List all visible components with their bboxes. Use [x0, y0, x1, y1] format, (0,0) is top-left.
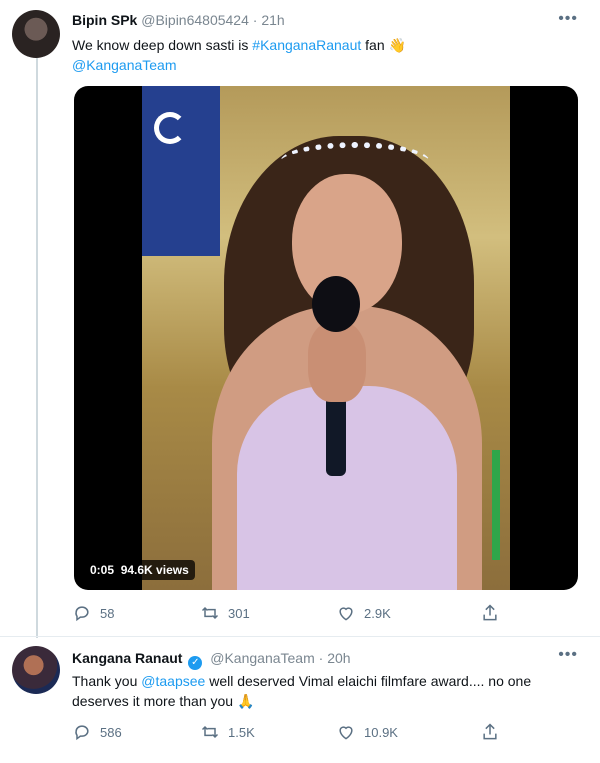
- author-handle[interactable]: @Bipin64805424: [141, 12, 249, 28]
- retweet-icon: [200, 722, 220, 742]
- person-hand: [308, 322, 366, 402]
- avatar[interactable]: [12, 646, 60, 694]
- tweet-actions: 586 1.5K 10.9K: [72, 722, 576, 742]
- share-icon: [480, 722, 500, 742]
- author-name[interactable]: Bipin SPk: [72, 12, 137, 28]
- wave-emoji: 👋: [388, 37, 406, 53]
- heart-icon: [336, 603, 356, 623]
- tweet-time[interactable]: 21h: [261, 12, 284, 28]
- tweet-time[interactable]: 20h: [327, 650, 350, 666]
- video-views: 94.6K views: [120, 563, 189, 577]
- heart-icon: [336, 722, 356, 742]
- tweet-actions: 58 301 2.9K: [72, 603, 576, 623]
- reply-icon: [72, 603, 92, 623]
- tweet-header: Bipin SPk @Bipin64805424 · 21h: [72, 12, 285, 28]
- tweet-text: We know deep down sasti is #KanganaRanau…: [72, 35, 576, 75]
- like-count: 10.9K: [364, 724, 398, 740]
- reply-button[interactable]: 586: [72, 722, 122, 742]
- share-icon: [480, 603, 500, 623]
- tweet-text-part: We know deep down sasti is: [72, 37, 253, 53]
- reply-icon: [72, 722, 92, 742]
- more-dots-icon[interactable]: •••: [558, 10, 578, 28]
- reply-count: 58: [100, 605, 115, 621]
- headband: [280, 142, 430, 182]
- reply-button[interactable]: 58: [72, 603, 114, 623]
- retweet-button[interactable]: 301: [200, 603, 250, 623]
- tweet-bipin[interactable]: Bipin SPk @Bipin64805424 · 21h ••• We kn…: [0, 0, 600, 638]
- tweet-header: Kangana Ranaut ✓ @KanganaTeam · 20h: [72, 650, 351, 670]
- video-player[interactable]: 0:05 94.6K views: [74, 86, 578, 590]
- share-button[interactable]: [480, 603, 508, 623]
- backdrop-stripe: [492, 450, 500, 560]
- retweet-count: 301: [228, 605, 250, 621]
- tweet-text-part: fan: [361, 37, 385, 53]
- share-button[interactable]: [480, 722, 508, 742]
- tweet-text: Thank you @taapsee well deserved Vimal e…: [72, 671, 576, 711]
- more-dots-icon[interactable]: •••: [558, 646, 578, 664]
- retweet-button[interactable]: 1.5K: [200, 722, 255, 742]
- verified-badge-icon: ✓: [188, 656, 203, 670]
- like-button[interactable]: 10.9K: [336, 722, 398, 742]
- like-button[interactable]: 2.9K: [336, 603, 391, 623]
- avatar[interactable]: [12, 10, 60, 58]
- thread-line: [36, 58, 38, 638]
- mention-link[interactable]: @KanganaTeam: [72, 57, 177, 73]
- reply-count: 586: [100, 724, 122, 740]
- video-stats-badge: 0:05 94.6K views: [84, 560, 195, 580]
- video-frame: [142, 86, 510, 590]
- backdrop-logo-panel: [142, 86, 220, 256]
- retweet-count: 1.5K: [228, 724, 255, 740]
- mention-link[interactable]: @taapsee: [141, 673, 205, 689]
- author-handle[interactable]: @KanganaTeam: [210, 650, 315, 666]
- separator-dot: ·: [252, 12, 258, 28]
- author-name[interactable]: Kangana Ranaut: [72, 650, 182, 666]
- separator-dot: ·: [318, 650, 324, 666]
- tweet-text-part: Thank you: [72, 673, 142, 689]
- retweet-icon: [200, 603, 220, 623]
- folded-hands-emoji: 🙏: [236, 693, 255, 709]
- hashtag-link[interactable]: #KanganaRanaut: [252, 37, 361, 53]
- like-count: 2.9K: [364, 605, 391, 621]
- person-dress: [237, 386, 457, 590]
- video-time: 0:05: [90, 563, 115, 577]
- microphone-head: [312, 276, 360, 332]
